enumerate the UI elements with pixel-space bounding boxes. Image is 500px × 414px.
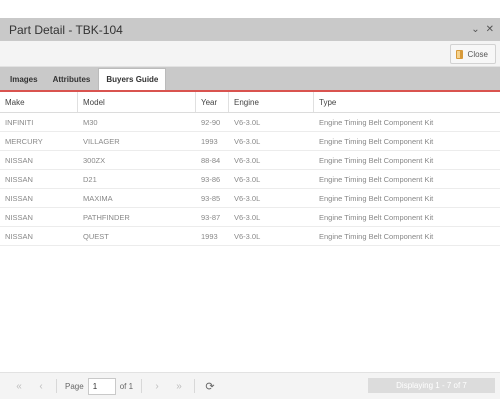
page-number-input[interactable] — [87, 377, 116, 395]
cell-make: MERCURY — [5, 136, 43, 146]
table-row[interactable]: NISSAN PATHFINDER 93-87 V6-3.0L Engine T… — [0, 208, 500, 227]
cell-type: Engine Timing Belt Component Kit — [319, 174, 434, 184]
close-button[interactable]: Close — [449, 44, 496, 64]
column-header-engine[interactable]: Engine — [229, 92, 314, 112]
cell-type: Engine Timing Belt Component Kit — [319, 212, 434, 222]
tab-attributes[interactable]: Attributes — [46, 69, 98, 90]
window-titlebar: Part Detail - TBK-104 ⌄ ✕ — [0, 18, 500, 41]
tab-images[interactable]: Images — [3, 69, 45, 90]
cell-year: 88-84 — [201, 155, 221, 165]
close-button-label: Close — [467, 49, 488, 59]
tab-bar: Images Attributes Buyers Guide — [0, 67, 500, 92]
page-label: Page — [65, 381, 84, 391]
cell-engine: V6-3.0L — [234, 155, 261, 165]
column-header-year[interactable]: Year — [196, 92, 229, 112]
tab-buyers-guide-label: Buyers Guide — [106, 75, 159, 84]
table-row[interactable]: NISSAN MAXIMA 93-85 V6-3.0L Engine Timin… — [0, 189, 500, 208]
cell-type: Engine Timing Belt Component Kit — [319, 155, 434, 165]
pager-divider — [141, 379, 143, 393]
column-header-type[interactable]: Type — [314, 92, 500, 112]
column-header-model[interactable]: Model — [78, 92, 196, 112]
tab-buyers-guide[interactable]: Buyers Guide — [98, 68, 167, 90]
minimize-icon[interactable]: ⌄ — [471, 24, 479, 35]
table-row[interactable]: MERCURY VILLAGER 1993 V6-3.0L Engine Tim… — [0, 132, 500, 151]
toolbar: Close — [0, 41, 500, 67]
cell-engine: V6-3.0L — [234, 136, 261, 146]
table-row[interactable]: NISSAN QUEST 1993 V6-3.0L Engine Timing … — [0, 227, 500, 246]
cell-engine: V6-3.0L — [234, 174, 261, 184]
close-window-icon[interactable]: ✕ — [486, 24, 494, 35]
tab-images-label: Images — [10, 75, 38, 84]
column-header-make[interactable]: Make — [0, 92, 78, 112]
prev-page-icon[interactable]: ‹ — [30, 381, 52, 392]
cell-model: VILLAGER — [83, 136, 120, 146]
pager-divider — [194, 379, 196, 393]
cell-year: 92-90 — [201, 117, 221, 127]
next-page-icon[interactable]: › — [146, 381, 168, 392]
paging-status: Displaying 1 - 7 of 7 — [368, 378, 495, 393]
cell-engine: V6-3.0L — [234, 231, 261, 241]
cell-year: 93-87 — [201, 212, 221, 222]
cell-model: QUEST — [83, 231, 109, 241]
cell-type: Engine Timing Belt Component Kit — [319, 136, 434, 146]
cell-make: NISSAN — [5, 193, 33, 203]
pager-divider — [56, 379, 57, 393]
cell-model: D21 — [83, 174, 97, 184]
paging-toolbar: « ‹ Page of 1 › » ⟳ Displaying 1 - 7 of … — [0, 372, 500, 399]
cell-model: 300ZX — [83, 155, 106, 165]
table-row[interactable]: NISSAN 300ZX 88-84 V6-3.0L Engine Timing… — [0, 151, 500, 170]
page-count-label: of 1 — [119, 381, 134, 391]
buyers-guide-grid: Make Model Year Engine Type INFINITI M30… — [0, 92, 500, 246]
cell-make: NISSAN — [5, 174, 33, 184]
cell-year: 1993 — [201, 231, 218, 241]
cell-type: Engine Timing Belt Component Kit — [319, 117, 434, 127]
grid-header: Make Model Year Engine Type — [0, 92, 500, 113]
cell-make: NISSAN — [5, 212, 33, 222]
table-row[interactable]: INFINITI M30 92-90 V6-3.0L Engine Timing… — [0, 113, 500, 132]
cell-engine: V6-3.0L — [234, 212, 261, 222]
door-icon — [455, 49, 463, 59]
cell-make: INFINITI — [5, 117, 34, 127]
window-title: Part Detail - TBK-104 — [9, 22, 123, 37]
first-page-icon[interactable]: « — [8, 381, 30, 392]
cell-model: M30 — [83, 117, 98, 127]
cell-make: NISSAN — [5, 155, 33, 165]
cell-year: 93-86 — [201, 174, 221, 184]
cell-type: Engine Timing Belt Component Kit — [319, 231, 434, 241]
cell-year: 93-85 — [201, 193, 221, 203]
cell-year: 1993 — [201, 136, 218, 146]
cell-model: PATHFINDER — [83, 212, 130, 222]
cell-engine: V6-3.0L — [234, 117, 261, 127]
cell-model: MAXIMA — [83, 193, 113, 203]
cell-make: NISSAN — [5, 231, 33, 241]
last-page-icon[interactable]: » — [168, 381, 190, 392]
cell-engine: V6-3.0L — [234, 193, 261, 203]
cell-type: Engine Timing Belt Component Kit — [319, 193, 434, 203]
table-row[interactable]: NISSAN D21 93-86 V6-3.0L Engine Timing B… — [0, 170, 500, 189]
tab-attributes-label: Attributes — [52, 75, 91, 84]
refresh-icon[interactable]: ⟳ — [199, 380, 221, 393]
